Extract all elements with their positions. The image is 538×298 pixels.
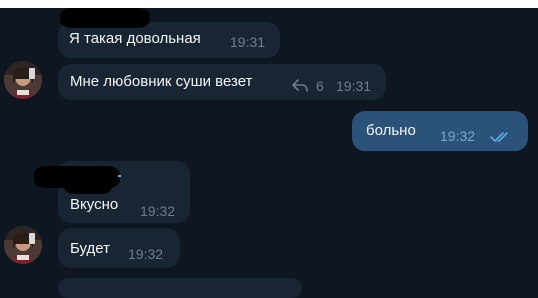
avatar-photo [4,61,42,99]
message-text: Вкусно [70,196,119,213]
message-time: 19:31 [230,34,266,50]
message-text: Я такая довольная [69,30,201,47]
message-time: 19:32 [440,128,476,144]
message-text: Будет [70,240,110,257]
outgoing-message-bubble[interactable]: больно 19:32 [352,111,528,151]
reply-count[interactable]: 6 [316,78,324,94]
message-bubble-partial[interactable] [58,278,302,298]
sender-name-fragment [118,175,121,177]
message-bubble[interactable]: Мне любовник суши везет 6 19:31 [58,64,386,100]
avatar[interactable] [4,226,42,264]
double-check-icon [490,132,508,142]
message-text: больно [366,122,416,139]
message-text: Мне любовник суши везет [70,73,253,90]
message-time: 19:31 [336,78,372,94]
avatar[interactable] [4,61,42,99]
message-bubble[interactable]: Будет 19:32 [58,228,180,268]
reply-arrow-icon[interactable] [292,79,308,93]
message-time: 19:32 [128,246,164,262]
redacted-name-scribble [60,8,150,28]
top-strip [0,0,538,8]
avatar-photo [4,226,42,264]
redacted-name-scribble [64,180,112,194]
message-time: 19:32 [140,203,176,219]
